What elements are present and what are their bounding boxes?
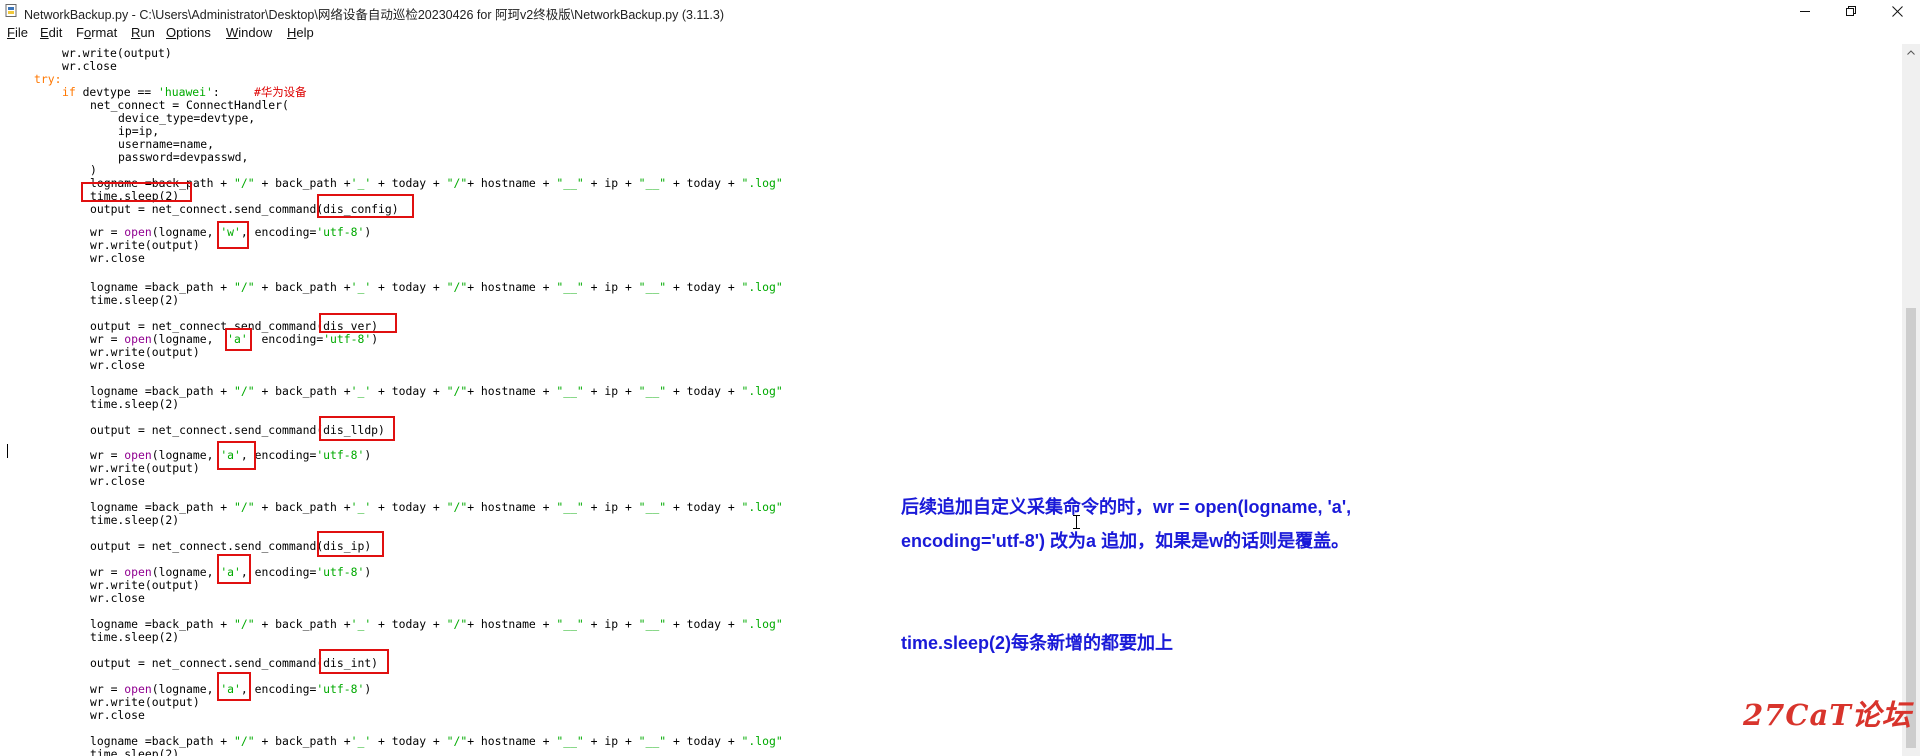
code-line: password=devpasswd, bbox=[118, 150, 249, 164]
highlight-box-dis-lldp bbox=[319, 416, 395, 441]
vertical-scrollbar[interactable] bbox=[1902, 44, 1920, 756]
minimize-button[interactable] bbox=[1782, 0, 1828, 22]
highlight-box-dis-ver bbox=[319, 313, 397, 333]
logname-line: logname =back_path + "/" + back_path +'_… bbox=[90, 500, 783, 514]
sleep-line: time.sleep(2) bbox=[90, 397, 180, 411]
highlight-box-mode-a bbox=[217, 672, 251, 701]
close-icon bbox=[1891, 5, 1903, 17]
close-line: wr.close bbox=[90, 474, 145, 488]
scrollbar-thumb[interactable] bbox=[1906, 308, 1916, 748]
ibeam-cursor-icon bbox=[1073, 515, 1080, 529]
code-line: wr.close bbox=[62, 59, 117, 73]
highlight-box-dis-config bbox=[317, 194, 414, 218]
text-cursor bbox=[7, 444, 8, 458]
sleep-line: time.sleep(2) bbox=[90, 747, 180, 756]
highlight-box-dis-ip bbox=[317, 531, 384, 557]
highlight-box-sleep bbox=[81, 182, 192, 202]
menu-help[interactable]: Help bbox=[287, 25, 314, 40]
highlight-box-mode-a bbox=[225, 328, 252, 351]
annotation-line-3: time.sleep(2)每条新增的都要加上 bbox=[901, 633, 1174, 653]
highlight-box-mode-a bbox=[217, 441, 256, 470]
logname-line: logname =back_path + "/" + back_path +'_… bbox=[90, 734, 783, 748]
annotation-line-1: 后续追加自定义采集命令的时，wr = open(logname, 'a', bbox=[901, 497, 1352, 517]
highlight-box-mode-w bbox=[217, 221, 249, 249]
minimize-icon bbox=[1799, 10, 1810, 12]
logname-line: logname =back_path + "/" + back_path +'_… bbox=[90, 617, 783, 631]
sleep-line: time.sleep(2) bbox=[90, 513, 180, 527]
close-line: wr.close bbox=[90, 708, 145, 722]
watermark-logo: 27CaT论坛 bbox=[1743, 698, 1912, 732]
code-line: try: bbox=[34, 72, 62, 86]
menu-window[interactable]: Window bbox=[226, 25, 272, 40]
highlight-box-dis-int bbox=[319, 649, 389, 674]
annotation-line-2: encoding='utf-8') 改为a 追加，如果是w的话则是覆盖。 bbox=[901, 531, 1350, 551]
sleep-line: time.sleep(2) bbox=[90, 293, 180, 307]
menu-bar: File Edit Format Run Options Window Help bbox=[0, 22, 1920, 44]
close-line: wr.close bbox=[90, 251, 145, 265]
menu-edit[interactable]: Edit bbox=[40, 25, 62, 40]
menu-options[interactable]: Options bbox=[166, 25, 211, 40]
menu-format[interactable]: Format bbox=[76, 25, 117, 40]
python-file-icon bbox=[5, 4, 17, 17]
close-line: wr.close bbox=[90, 358, 145, 372]
logname-line: logname =back_path + "/" + back_path +'_… bbox=[90, 176, 783, 190]
menu-run[interactable]: Run bbox=[131, 25, 155, 40]
title-bar: NetworkBackup.py - C:\Users\Administrato… bbox=[0, 0, 1920, 22]
logname-line: logname =back_path + "/" + back_path +'_… bbox=[90, 280, 783, 294]
window-title: NetworkBackup.py - C:\Users\Administrato… bbox=[24, 8, 725, 22]
highlight-box-mode-a bbox=[217, 554, 251, 584]
restore-button[interactable] bbox=[1828, 0, 1874, 22]
sleep-line: time.sleep(2) bbox=[90, 630, 180, 644]
restore-icon bbox=[1845, 5, 1856, 16]
scroll-up-arrow-icon[interactable] bbox=[1907, 50, 1915, 55]
close-button[interactable] bbox=[1874, 0, 1920, 22]
logname-line: logname =back_path + "/" + back_path +'_… bbox=[90, 384, 783, 398]
close-line: wr.close bbox=[90, 591, 145, 605]
menu-file[interactable]: File bbox=[7, 25, 28, 40]
